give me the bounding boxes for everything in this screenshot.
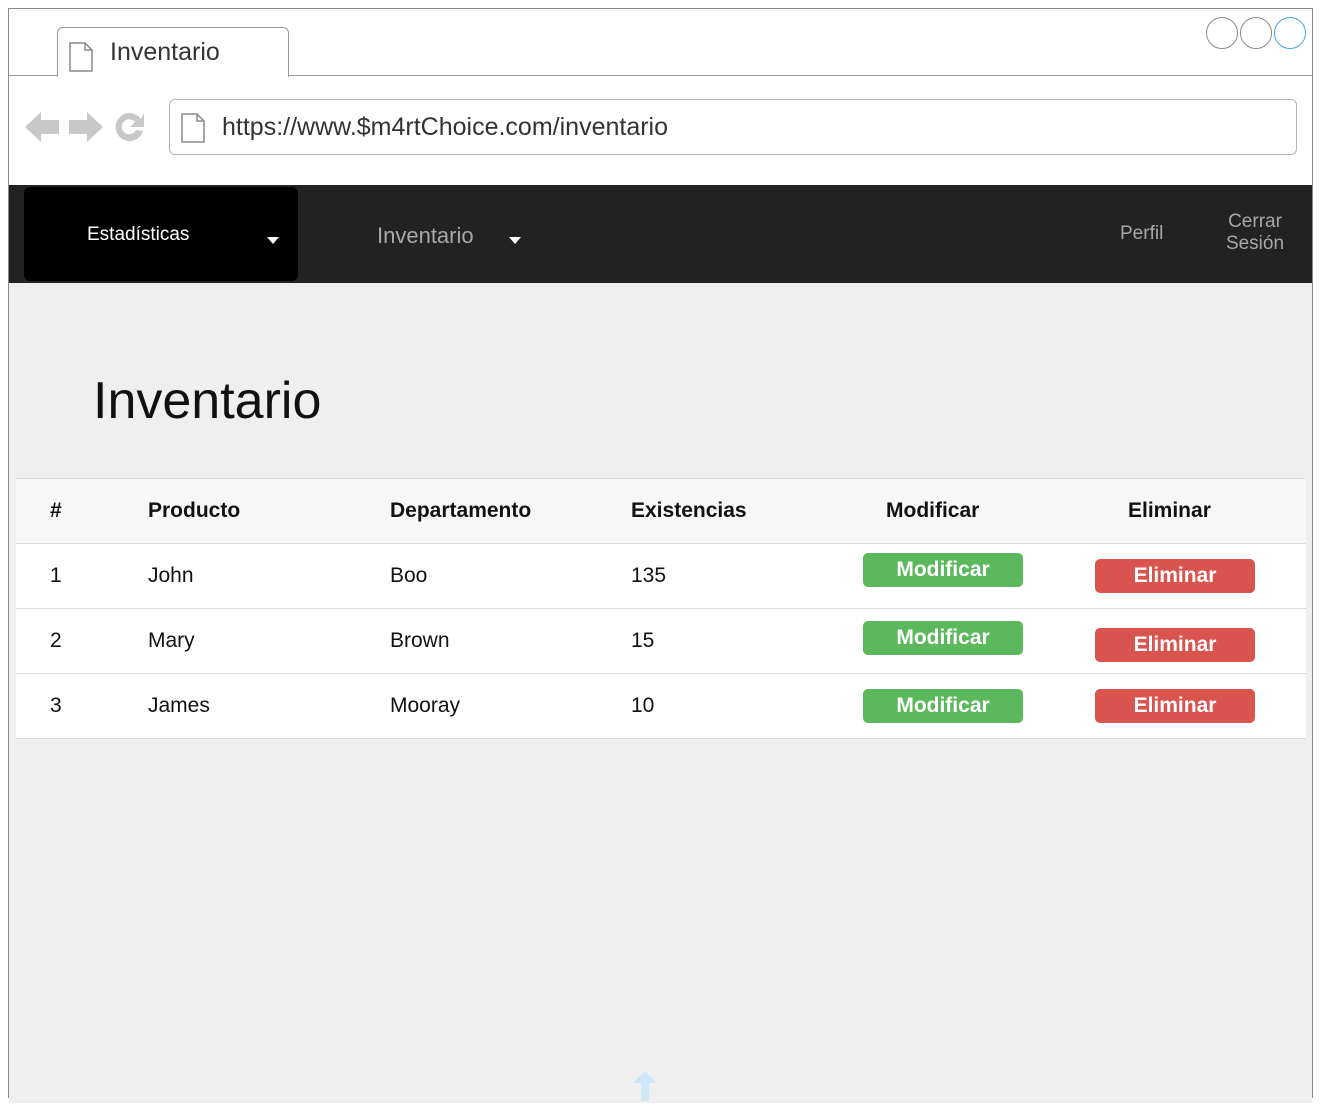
cell-number: 2 [50, 629, 62, 652]
back-arrow-icon[interactable] [23, 109, 61, 150]
delete-button[interactable]: Eliminar [1095, 559, 1255, 593]
reload-icon[interactable] [111, 109, 147, 150]
logout-label-line1: Cerrar [1228, 211, 1282, 232]
modify-button[interactable]: Modificar [863, 689, 1023, 723]
url-text: https://www.$m4rtChoice.com/inventario [222, 113, 669, 141]
nav-item-inventory[interactable]: Inventario [377, 223, 474, 249]
cell-product: Mary [148, 629, 195, 652]
nav-item-logout[interactable]: Cerrar Sesión [1225, 211, 1285, 255]
tab-title: Inventario [110, 38, 220, 66]
header-product: Producto [148, 499, 241, 522]
cell-stock: 15 [631, 629, 655, 652]
table-header-row: # Producto Departamento Existencias Modi… [16, 479, 1306, 544]
inventory-table: # Producto Departamento Existencias Modi… [16, 478, 1306, 739]
modify-button[interactable]: Modificar [863, 621, 1023, 655]
window-controls [1206, 17, 1306, 49]
cell-number: 1 [50, 564, 62, 587]
cell-department: Boo [390, 564, 428, 587]
chevron-down-icon[interactable] [509, 231, 521, 249]
page-title: Inventario [93, 372, 322, 430]
cell-product: James [148, 694, 210, 717]
header-delete: Eliminar [1128, 499, 1211, 522]
page-content: Inventario # Producto Departamento Exist… [9, 283, 1312, 1103]
document-icon [68, 42, 94, 77]
logout-label-line2: Sesión [1225, 233, 1285, 254]
nav-item-stats[interactable]: Estadísticas [87, 224, 189, 246]
address-bar[interactable]: https://www.$m4rtChoice.com/inventario [169, 99, 1297, 155]
cell-stock: 135 [631, 564, 667, 587]
browser-nav-buttons [23, 109, 147, 150]
minimize-icon[interactable] [1206, 17, 1238, 49]
header-modify: Modificar [886, 499, 980, 522]
table-row: 2 Mary Brown 15 Modificar Eliminar [16, 609, 1306, 674]
header-number: # [50, 499, 62, 522]
cell-department: Brown [390, 629, 450, 652]
table-row: 1 John Boo 135 Modificar Eliminar [16, 544, 1306, 609]
cell-product: John [148, 564, 194, 587]
header-department: Departamento [390, 499, 532, 522]
cell-department: Mooray [390, 694, 461, 717]
top-navbar: Estadísticas Inventario Perfil Cerrar Se… [9, 185, 1312, 283]
chevron-down-icon[interactable] [267, 231, 279, 249]
browser-tab[interactable]: Inventario [57, 27, 289, 77]
browser-window: Inventario https://www.$m4rtChoice.com/i… [8, 8, 1313, 1103]
maximize-icon[interactable] [1240, 17, 1272, 49]
cell-stock: 10 [631, 694, 655, 717]
modify-button[interactable]: Modificar [863, 553, 1023, 587]
table-row: 3 James Mooray 10 Modificar Eliminar [16, 674, 1306, 739]
cell-number: 3 [50, 694, 62, 717]
delete-button[interactable]: Eliminar [1095, 628, 1255, 662]
nav-item-profile[interactable]: Perfil [1120, 223, 1163, 245]
close-icon[interactable] [1274, 17, 1306, 49]
delete-button[interactable]: Eliminar [1095, 689, 1255, 723]
header-stock: Existencias [631, 499, 747, 522]
page-icon [180, 113, 206, 148]
forward-arrow-icon[interactable] [67, 109, 105, 150]
scroll-up-arrow-icon[interactable] [633, 1071, 657, 1106]
